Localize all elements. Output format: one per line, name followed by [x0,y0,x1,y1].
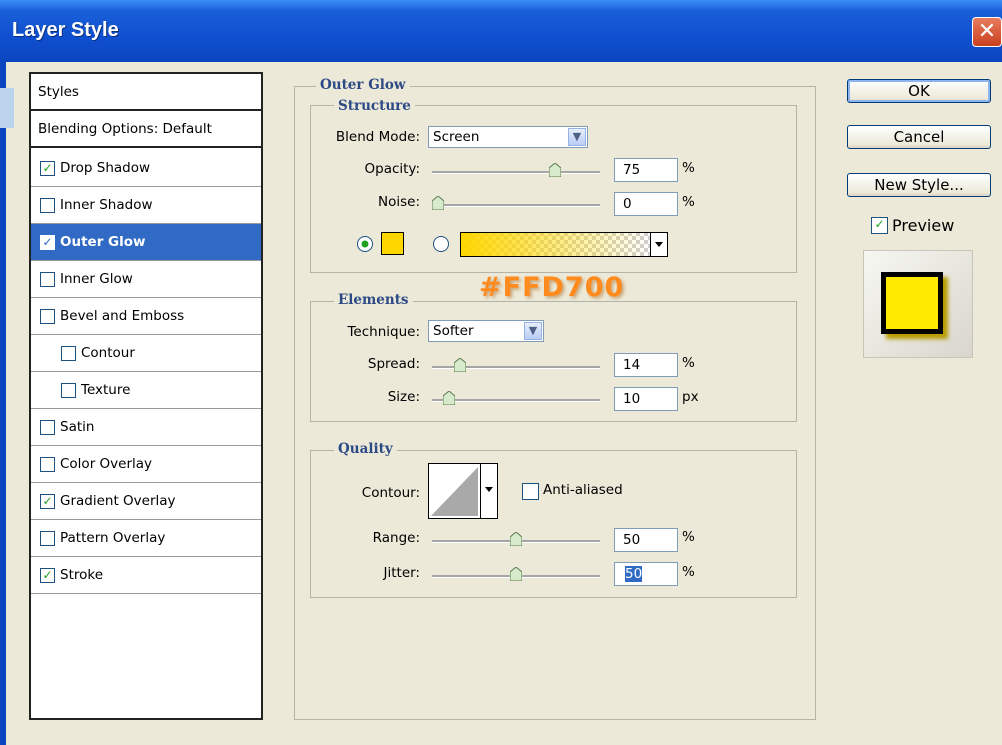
style-item[interactable]: Bevel and Emboss [31,298,261,335]
preview-checkbox[interactable]: ✓ [871,217,888,234]
window-left-border [0,62,6,745]
opacity-slider-thumb[interactable] [549,163,561,177]
cancel-button[interactable]: Cancel [847,125,991,149]
style-item-label: Drop Shadow [60,160,151,176]
chevron-down-icon[interactable]: ▼ [568,128,586,146]
contour-picker[interactable] [428,463,498,519]
style-item[interactable]: ✓ Gradient Overlay [31,483,261,520]
style-checkbox[interactable] [61,383,76,398]
styles-list: Styles Blending Options: Default ✓ Drop S… [29,72,263,720]
noise-input[interactable]: 0 [614,192,678,216]
opacity-slider-track[interactable] [432,171,600,174]
background-window-sliver [0,88,14,128]
close-button[interactable]: ✕ [972,17,1002,47]
style-item[interactable]: Texture [31,372,261,409]
style-item-label: Texture [81,382,131,398]
style-item-label: Color Overlay [60,456,153,472]
styles-header[interactable]: Styles [31,74,261,111]
style-checkbox[interactable] [40,272,55,287]
style-item-label: Outer Glow [60,234,146,250]
style-item[interactable]: ✓ Outer Glow [31,224,261,261]
size-unit: px [682,389,699,405]
blend-mode-select[interactable]: Screen ▼ [428,126,588,148]
blending-options-item[interactable]: Blending Options: Default [31,111,261,148]
style-item[interactable]: Contour [31,335,261,372]
color-annotation: #FFD700 [479,272,625,303]
window-title: Layer Style [12,19,119,41]
elements-title: Elements [334,292,413,308]
style-checkbox[interactable]: ✓ [40,161,55,176]
style-checkbox[interactable] [40,457,55,472]
opacity-input[interactable]: 75 [614,158,678,182]
style-checkbox[interactable]: ✓ [40,568,55,583]
style-checkbox[interactable] [61,346,76,361]
jitter-unit: % [682,564,695,580]
spread-slider-thumb[interactable] [453,358,466,372]
style-item-label: Gradient Overlay [60,493,176,509]
jitter-label: Jitter: [383,565,421,581]
style-checkbox[interactable] [40,531,55,546]
style-item-label: Satin [60,419,95,435]
glow-color-swatch[interactable] [381,232,404,255]
gradient-picker[interactable] [460,232,668,257]
style-checkbox[interactable]: ✓ [40,235,55,250]
style-checkbox[interactable] [40,309,55,324]
style-item-label: Inner Shadow [60,197,153,213]
size-slider-track[interactable] [432,399,600,402]
chevron-down-icon[interactable]: ▼ [524,322,542,340]
ok-button[interactable]: OK [847,79,991,103]
size-slider-thumb[interactable] [443,391,455,405]
title-bar[interactable] [0,0,1002,62]
style-item[interactable]: Inner Glow [31,261,261,298]
noise-slider-thumb[interactable] [432,196,444,210]
style-item-label: Stroke [60,567,104,583]
style-item[interactable]: Pattern Overlay [31,520,261,557]
range-label: Range: [372,530,420,546]
size-input[interactable]: 10 [614,387,678,411]
noise-label: Noise: [378,194,420,210]
noise-unit: % [682,194,695,210]
style-checkbox[interactable] [40,198,55,213]
style-item-label: Contour [81,345,135,361]
style-item[interactable]: Inner Shadow [31,187,261,224]
style-item[interactable]: Satin [31,409,261,446]
style-checkbox[interactable]: ✓ [40,494,55,509]
blend-mode-value: Screen [433,129,480,145]
outer-glow-title: Outer Glow [316,77,410,93]
technique-value: Softer [433,323,474,339]
jitter-value-selected: 50 [625,566,643,582]
gradient-radio[interactable] [432,235,450,253]
new-style-button[interactable]: New Style... [847,173,991,197]
spread-input[interactable]: 14 [614,353,678,377]
quality-title: Quality [334,441,397,457]
contour-label: Contour: [361,485,420,501]
technique-select[interactable]: Softer ▼ [428,320,544,342]
style-item[interactable]: ✓ Drop Shadow [31,150,261,187]
solid-color-radio[interactable] [356,235,374,253]
blend-mode-label: Blend Mode: [335,129,420,145]
style-item-label: Pattern Overlay [60,530,166,546]
opacity-label: Opacity: [364,161,421,177]
anti-aliased-label: Anti-aliased [543,482,623,498]
preview-label: Preview [892,216,955,235]
style-item[interactable]: Color Overlay [31,446,261,483]
jitter-input[interactable]: 50 [614,562,678,586]
style-item-label: Bevel and Emboss [60,308,185,324]
size-label: Size: [387,389,420,405]
opacity-unit: % [682,160,695,176]
technique-label: Technique: [347,324,420,340]
style-item-label: Inner Glow [60,271,133,287]
noise-slider-track[interactable] [432,204,600,207]
structure-title: Structure [334,98,415,114]
anti-aliased-checkbox[interactable] [522,483,539,500]
style-item[interactable]: ✓ Stroke [31,557,261,594]
range-unit: % [682,529,695,545]
spread-label: Spread: [367,356,420,372]
range-input[interactable]: 50 [614,528,678,552]
style-checkbox[interactable] [40,420,55,435]
spread-unit: % [682,355,695,371]
preview-swatch [881,272,943,334]
range-slider-thumb[interactable] [510,532,522,546]
jitter-slider-thumb[interactable] [510,567,522,581]
